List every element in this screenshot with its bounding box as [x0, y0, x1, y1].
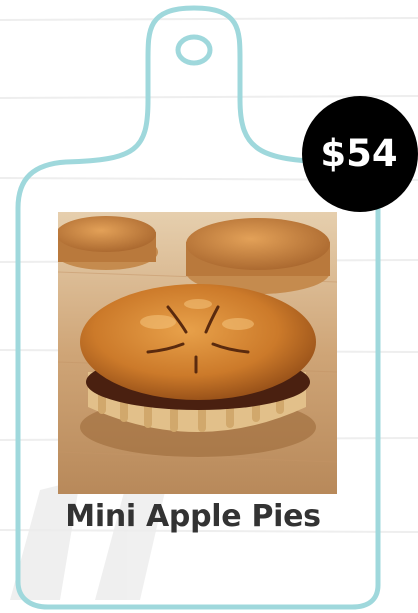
apple-pie-photo-icon: [58, 212, 337, 494]
price-label: $54: [320, 131, 398, 175]
product-name: Mini Apple Pies: [65, 499, 321, 534]
price-badge: $54: [302, 96, 418, 212]
product-photo: [58, 212, 337, 494]
